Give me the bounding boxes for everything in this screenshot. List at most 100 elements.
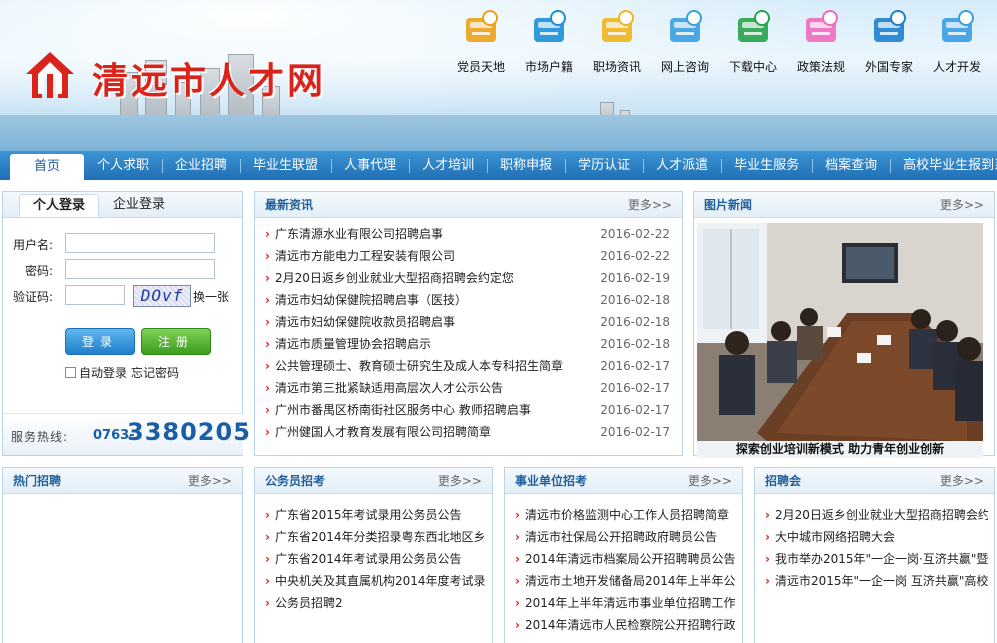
list-item[interactable]: 广东省2014年分类招录粤东西北地区乡镇 [265,526,486,548]
auto-login-checkbox[interactable] [65,367,76,378]
list-item[interactable]: 广东省2015年考试录用公务员公告 [265,504,486,526]
list-item[interactable]: 2014年清远市档案局公开招聘聘员公告 [515,548,736,570]
list-item-title[interactable]: 公务员招聘2 [275,596,343,610]
topnav-item[interactable]: 政策法规 [787,8,855,75]
list-item-title[interactable]: 2014年清远市档案局公开招聘聘员公告 [525,552,736,566]
main-nav-item[interactable]: 人事代理 [331,151,409,181]
forgot-password-link[interactable]: 忘记密码 [131,364,179,381]
news-item[interactable]: 清远市第三批紧缺适用高层次人才公示公告 2016-02-17 [265,377,672,399]
main-nav-item[interactable]: 档案查询 [812,151,890,181]
public-institution-header: 事业单位招考 更多>> [505,468,742,494]
captcha-input[interactable] [65,285,125,305]
captcha-refresh-link[interactable]: 换一张 [193,288,229,305]
list-item[interactable]: 中央机关及其直属机构2014年度考试录用 [265,570,486,592]
news-item[interactable]: 广州健国人才教育发展有限公司招聘简章 2016-02-17 [265,421,672,443]
main-nav-item[interactable]: 学历认证 [565,151,643,181]
list-item-title[interactable]: 2月20日返乡创业就业大型招商招聘会约 [775,508,988,522]
hot-jobs-title: 热门招聘 [13,474,62,488]
news-item-date: 2016-02-18 [594,289,670,311]
register-button[interactable]: 注册 [141,328,211,355]
tab-personal-login[interactable]: 个人登录 [19,194,99,217]
list-item-title[interactable]: 2014年上半年清远市事业单位招聘工作人 [525,596,736,610]
news-item-title[interactable]: 广州健国人才教育发展有限公司招聘简章 [275,425,491,439]
news-item-title[interactable]: 清远市妇幼保健院收款员招聘启事 [275,315,455,329]
news-item-title[interactable]: 清远市第三批紧缺适用高层次人才公示公告 [275,381,503,395]
main-nav-item[interactable]: 企业招聘 [162,151,240,181]
topnav-item[interactable]: 市场户籍 [515,8,583,75]
list-item[interactable]: 清远市2015年"一企一岗 互济共赢"高校 [765,570,988,592]
main-nav-item[interactable]: 个人求职 [84,151,162,181]
meeting-photo[interactable] [697,223,983,441]
main-nav-item[interactable]: 人才培训 [409,151,487,181]
list-item[interactable]: 2014年上半年清远市事业单位招聘工作人 [515,592,736,614]
hot-jobs-more-link[interactable]: 更多>> [188,468,232,494]
list-item[interactable]: 2014年清远市人民检察院公开招聘行政辅 [515,614,736,636]
list-item-title[interactable]: 中央机关及其直属机构2014年度考试录用 [275,574,486,588]
list-item-title[interactable]: 清远市土地开发储备局2014年上半年公开 [525,574,736,588]
latest-news-more-link[interactable]: 更多>> [628,192,672,218]
topnav-item[interactable]: 人才开发 [923,8,991,75]
latest-news-title: 最新资讯 [265,198,314,212]
list-item[interactable]: 我市举办2015年"一企一岗·互济共赢"暨 [765,548,988,570]
main-nav-item[interactable]: 职称申报 [487,151,565,181]
list-item-title[interactable]: 广东省2014年考试录用公务员公告 [275,552,462,566]
list-item-title[interactable]: 清远市价格监测中心工作人员招聘简章 [525,508,729,522]
list-item[interactable]: 清远市社保局公开招聘政府聘员公告 [515,526,736,548]
site-logo-text[interactable]: 清远市人才网 [92,52,326,104]
tab-company-login[interactable]: 企业登录 [99,192,179,217]
news-item[interactable]: 广州市番禺区桥南街社区服务中心 教师招聘启事 2016-02-17 [265,399,672,421]
list-item-title[interactable]: 大中城市网络招聘大会 [775,530,895,544]
photo-news-title: 图片新闻 [704,198,753,212]
list-item[interactable]: 2月20日返乡创业就业大型招商招聘会约 [765,504,988,526]
job-fair-more-link[interactable]: 更多>> [940,468,984,494]
list-item[interactable]: 广东省2014年考试录用公务员公告 [265,548,486,570]
list-item-title[interactable]: 2014年清远市人民检察院公开招聘行政辅 [525,618,736,632]
list-item[interactable]: 公务员招聘2 [265,592,486,614]
list-item[interactable]: 大中城市网络招聘大会 [765,526,988,548]
civil-service-more-link[interactable]: 更多>> [438,468,482,494]
main-nav-item[interactable]: 高校毕业生报到系统 [890,151,997,181]
news-item[interactable]: 清远市妇幼保健院收款员招聘启事 2016-02-18 [265,311,672,333]
main-nav-item[interactable]: 首页 [10,154,85,181]
username-input[interactable] [65,233,215,253]
photo-news-caption[interactable]: 探索创业培训新模式 助力青年创业创新 [697,441,983,458]
list-item[interactable]: 清远市土地开发储备局2014年上半年公开 [515,570,736,592]
list-item-title[interactable]: 广东省2015年考试录用公务员公告 [275,508,462,522]
news-item-title[interactable]: 广州市番禺区桥南街社区服务中心 教师招聘启事 [275,403,531,417]
topnav-item[interactable]: 下载中心 [719,8,787,75]
policy-document-icon [800,8,842,50]
news-item[interactable]: 清远市方能电力工程安装有限公司 2016-02-22 [265,245,672,267]
main-nav-item[interactable]: 毕业生联盟 [240,151,331,181]
topnav-item[interactable]: 网上咨询 [651,8,719,75]
news-item-title[interactable]: 2月20日返乡创业就业大型招商招聘会约定您 [275,271,514,285]
login-button[interactable]: 登录 [65,328,135,355]
auto-login-label[interactable]: 自动登录 [79,364,127,381]
list-item[interactable]: 清远市价格监测中心工作人员招聘简章 [515,504,736,526]
list-item-title[interactable]: 清远市2015年"一企一岗 互济共赢"高校 [775,574,988,588]
main-nav-item[interactable]: 人才派遣 [643,151,721,181]
topnav-item[interactable]: 党员天地 [447,8,515,75]
news-item-title[interactable]: 公共管理硕士、教育硕士研究生及成人本专科招生简章 [275,359,563,373]
news-item[interactable]: 广东清源水业有限公司招聘启事 2016-02-22 [265,223,672,245]
photo-news-more-link[interactable]: 更多>> [940,192,984,218]
list-item-title[interactable]: 清远市社保局公开招聘政府聘员公告 [525,530,717,544]
topnav-item[interactable]: 外国专家 [855,8,923,75]
service-hotline: 服务热线: 0763- 3380205 [3,413,250,455]
topnav-item[interactable]: 职场资讯 [583,8,651,75]
news-item-title[interactable]: 广东清源水业有限公司招聘启事 [275,227,443,241]
news-item[interactable]: 清远市质量管理协会招聘启示 2016-02-18 [265,333,672,355]
password-input[interactable] [65,259,215,279]
main-nav-item[interactable]: 毕业生服务 [721,151,812,181]
news-item[interactable]: 清远市妇幼保健院招聘启事（医技） 2016-02-18 [265,289,672,311]
news-item-title[interactable]: 清远市妇幼保健院招聘启事（医技） [275,293,467,307]
public-institution-more-link[interactable]: 更多>> [688,468,732,494]
photo-news-header: 图片新闻 更多>> [694,192,994,218]
news-item-title[interactable]: 清远市方能电力工程安装有限公司 [275,249,455,263]
list-item-title[interactable]: 我市举办2015年"一企一岗·互济共赢"暨 [775,552,988,566]
news-item[interactable]: 公共管理硕士、教育硕士研究生及成人本专科招生简章 2016-02-17 [265,355,672,377]
news-item-title[interactable]: 清远市质量管理协会招聘启示 [275,337,431,351]
list-item-title[interactable]: 广东省2014年分类招录粤东西北地区乡镇 [275,530,486,544]
people-group-icon [596,8,638,50]
captcha-image[interactable]: DOvf [133,285,191,307]
news-item[interactable]: 2月20日返乡创业就业大型招商招聘会约定您 2016-02-19 [265,267,672,289]
